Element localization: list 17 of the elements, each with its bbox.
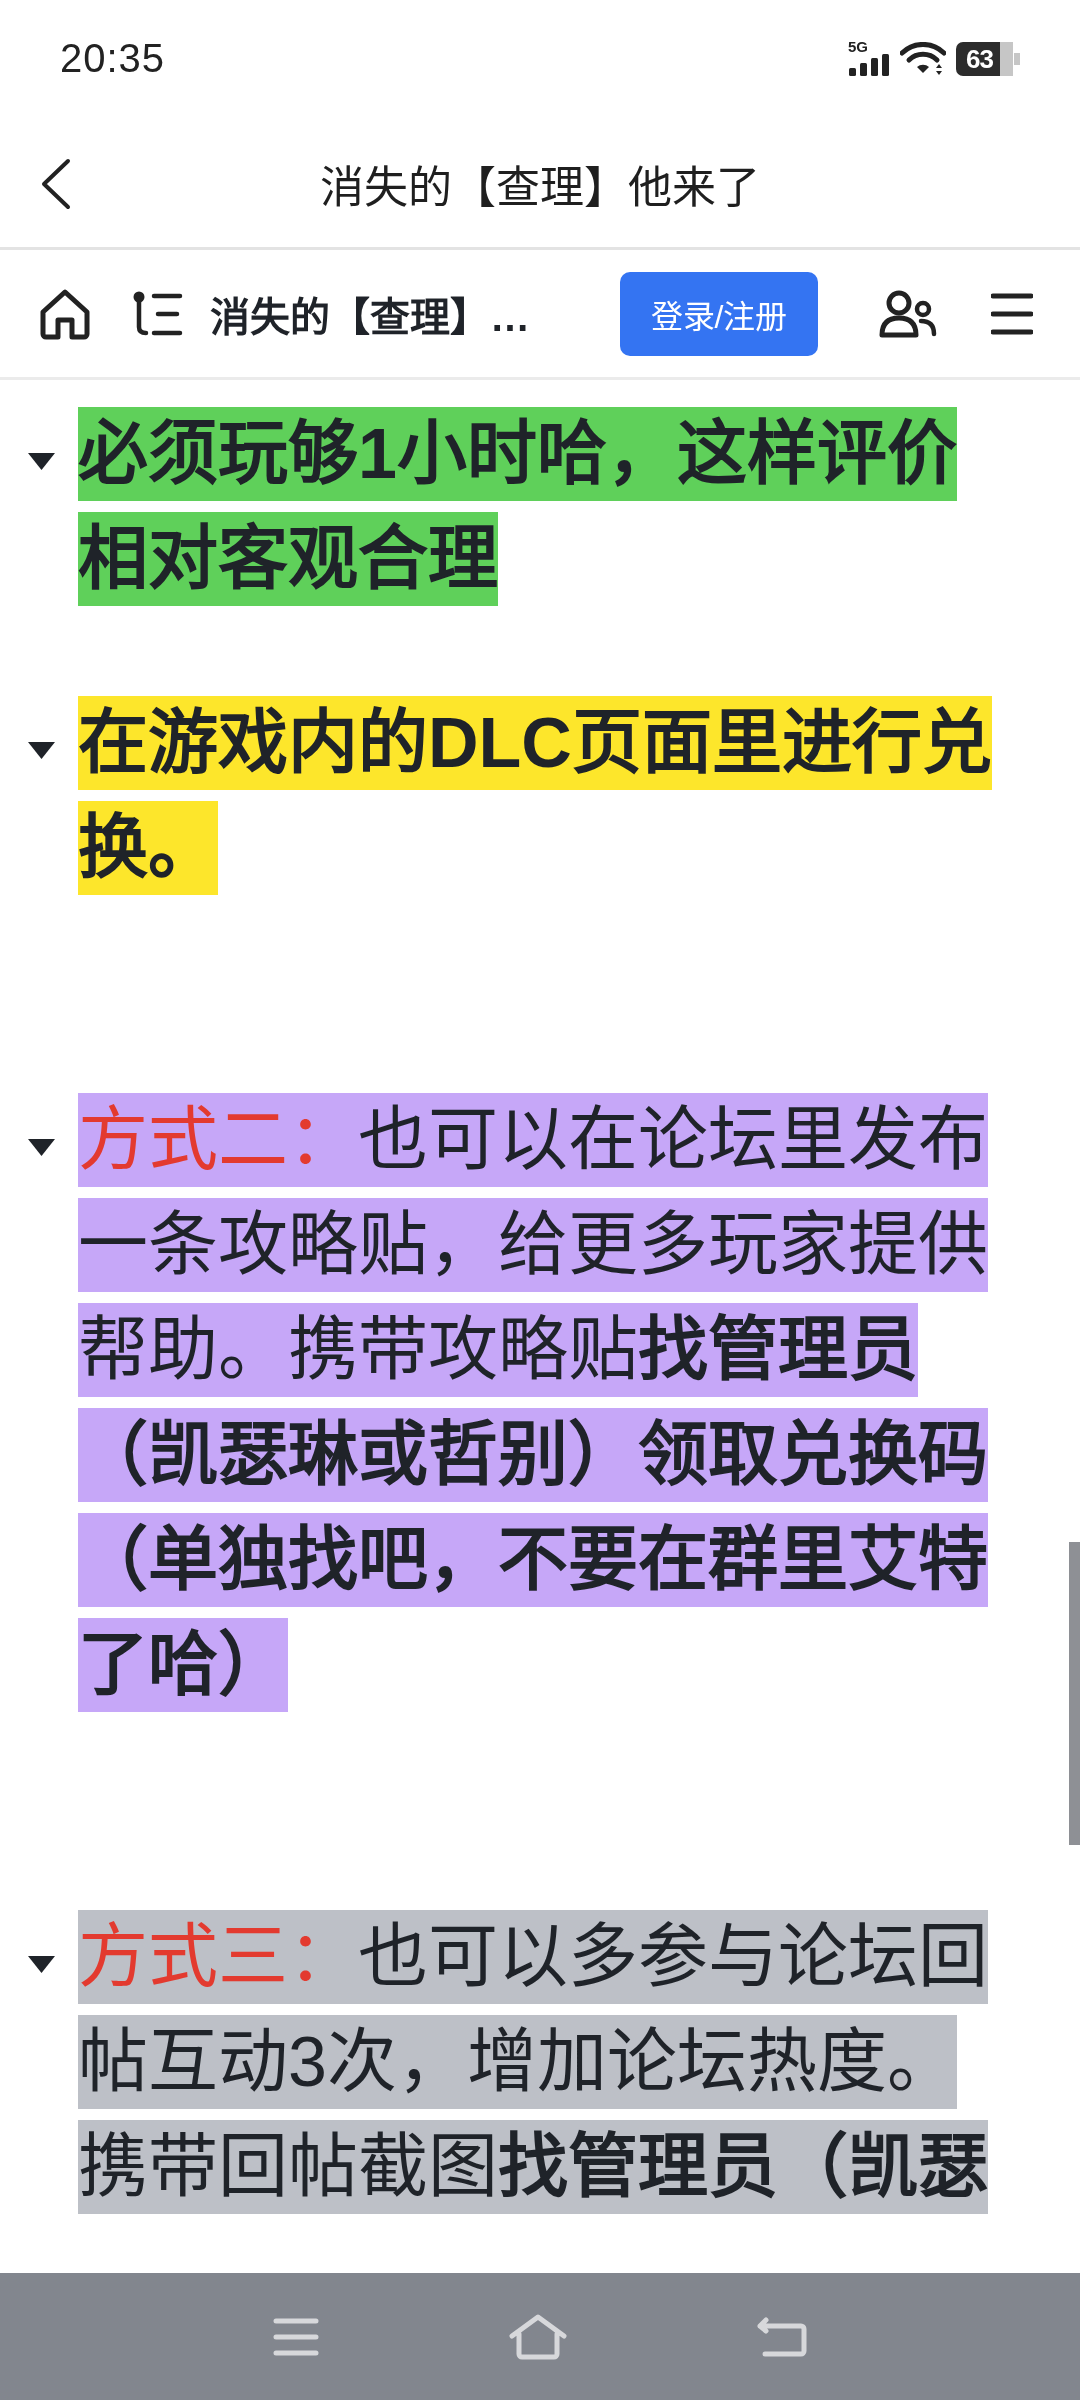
- caret-icon[interactable]: [28, 1956, 55, 1973]
- login-button[interactable]: 登录/注册: [620, 271, 818, 356]
- menu-icon[interactable]: [991, 292, 1033, 335]
- users-icon[interactable]: [879, 289, 937, 338]
- home-icon[interactable]: [39, 287, 91, 340]
- battery-indicator: 63: [956, 42, 1020, 76]
- caret-icon[interactable]: [28, 453, 55, 470]
- network-type: 5G: [848, 40, 868, 54]
- caret-icon[interactable]: [28, 742, 55, 759]
- back-icon[interactable]: [40, 157, 72, 210]
- topic-title[interactable]: 消失的【查理】…: [210, 284, 530, 343]
- page-title: 消失的【查理】他来了: [319, 161, 761, 214]
- caret-icon[interactable]: [28, 1139, 55, 1156]
- outline-list-icon[interactable]: [133, 290, 183, 337]
- status-time: 20:35: [60, 35, 166, 81]
- signal-icon: [848, 54, 890, 76]
- wifi-icon: [900, 42, 946, 76]
